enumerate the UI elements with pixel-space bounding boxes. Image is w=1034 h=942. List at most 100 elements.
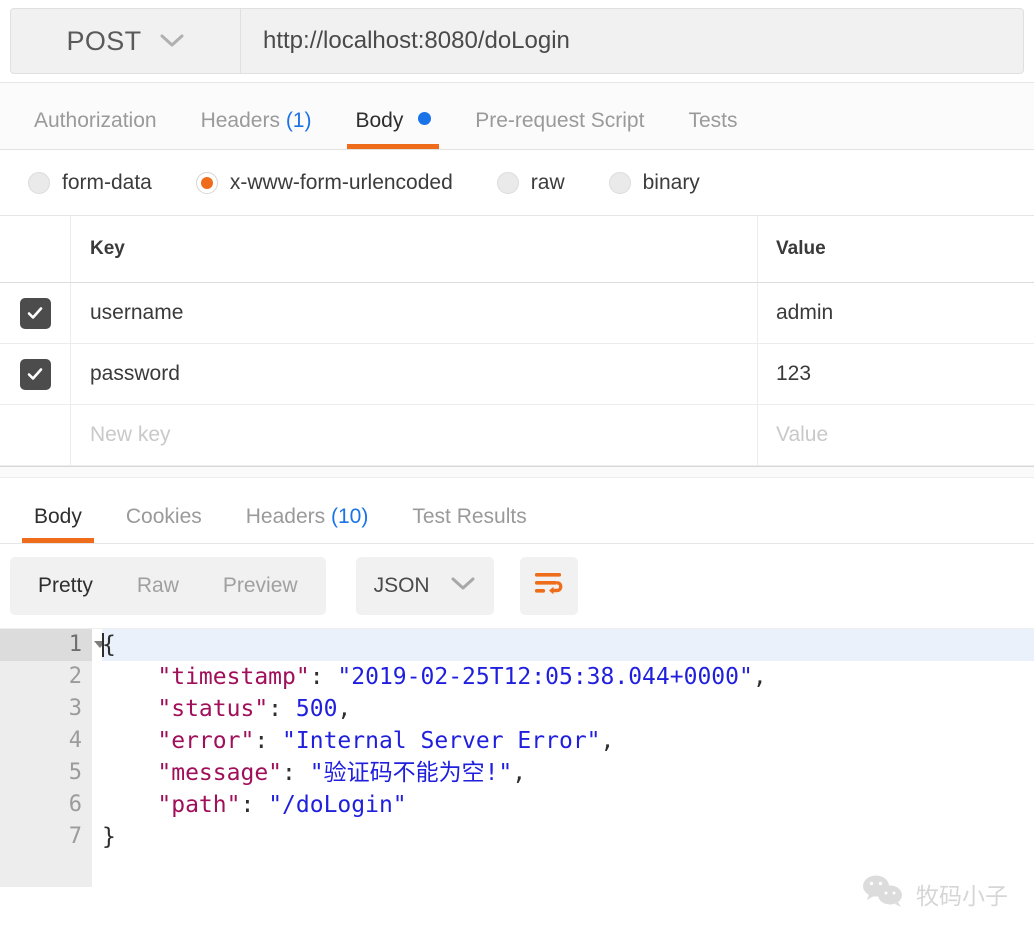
response-tab-headers-count: (10): [330, 505, 369, 528]
word-wrap-toggle-button[interactable]: [519, 557, 578, 615]
check-icon: [27, 368, 43, 380]
body-modified-dot-icon: [418, 112, 432, 125]
row-checkbox-cell[interactable]: [0, 283, 71, 343]
radio-raw-label: raw: [530, 170, 565, 194]
colon: :: [309, 664, 338, 690]
new-value-input[interactable]: Value: [758, 405, 1034, 465]
gutter-line-2-number: 2: [68, 664, 82, 689]
http-method-selector[interactable]: POST: [10, 8, 240, 74]
json-value-error: "Internal Server Error": [282, 728, 601, 754]
gutter-line-number[interactable]: 1: [0, 629, 106, 661]
gutter-line-number: 5: [0, 757, 92, 789]
code-line-5: "message": "验证码不能为空!",: [102, 757, 1034, 789]
gutter-line-number: 2: [0, 661, 92, 693]
response-tab-test-results[interactable]: Test Results: [390, 505, 548, 543]
response-tab-test-results-label: Test Results: [412, 505, 527, 528]
tab-headers-count: (1): [285, 109, 312, 132]
word-wrap-icon: [532, 569, 566, 604]
tab-pre-request-script[interactable]: Pre-request Script: [453, 109, 666, 149]
tab-headers[interactable]: Headers (1): [179, 109, 334, 149]
table-header-row: Key Value: [0, 216, 1034, 283]
radio-binary-circle-icon: [608, 171, 631, 194]
table-new-row: New key Value: [0, 405, 1034, 466]
checkbox-password[interactable]: [19, 358, 51, 390]
header-key-cell: Key: [71, 216, 758, 282]
code-line-3: "status": 500,: [102, 693, 1034, 725]
json-key-timestamp: "timestamp": [157, 664, 310, 690]
view-mode-raw[interactable]: Raw: [115, 557, 201, 615]
comma: ,: [337, 696, 352, 722]
response-tab-body[interactable]: Body: [12, 505, 104, 543]
radio-binary[interactable]: binary: [608, 171, 700, 195]
response-view-toolbar: Pretty Raw Preview JSON: [0, 544, 1034, 628]
tab-pre-request-script-label: Pre-request Script: [475, 109, 645, 132]
json-key-message: "message": [157, 760, 283, 786]
header-key-label: Key: [90, 238, 125, 259]
response-format-dropdown[interactable]: JSON: [355, 557, 494, 615]
row-value-text: 123: [776, 362, 812, 385]
wechat-icon: [860, 873, 906, 914]
checkbox-username[interactable]: [19, 297, 51, 329]
tab-authorization-label: Authorization: [34, 109, 157, 132]
radio-form-data-circle-icon: [28, 171, 50, 194]
json-value-path: "/doLogin": [268, 792, 407, 818]
row-key-cell[interactable]: username: [71, 283, 758, 343]
row-key-cell[interactable]: password: [71, 344, 758, 404]
radio-x-www-form-urlencoded-label: x-www-form-urlencoded: [229, 170, 453, 194]
watermark-text: 牧码小子: [916, 883, 1008, 910]
gutter-line-number: 4: [0, 725, 92, 757]
comma: ,: [752, 664, 767, 690]
view-mode-pretty[interactable]: Pretty: [16, 557, 115, 615]
params-table: Key Value username admin password 123 Ne…: [0, 216, 1034, 466]
code-content[interactable]: { "timestamp": "2019-02-25T12:05:38.044+…: [92, 629, 1034, 887]
row-value-cell[interactable]: 123: [758, 344, 1034, 404]
http-method-label: POST: [66, 25, 142, 56]
comma: ,: [512, 760, 527, 786]
gutter-line-3-number: 3: [68, 696, 82, 721]
response-format-label: JSON: [373, 574, 430, 597]
radio-x-www-form-urlencoded[interactable]: x-www-form-urlencoded: [195, 170, 453, 195]
radio-form-data-label: form-data: [62, 170, 152, 194]
view-mode-raw-label: Raw: [136, 574, 179, 597]
radio-raw[interactable]: raw: [496, 170, 565, 195]
table-row: username admin: [0, 283, 1034, 344]
pane-splitter[interactable]: [0, 466, 1034, 478]
gutter-line-6-number: 6: [68, 792, 82, 817]
url-input[interactable]: http://localhost:8080/doLogin: [240, 8, 1024, 74]
view-mode-pretty-label: Pretty: [38, 574, 93, 597]
new-key-placeholder: New key: [90, 423, 171, 446]
tab-body[interactable]: Body: [333, 109, 453, 149]
response-tab-cookies-label: Cookies: [125, 505, 202, 528]
chevron-down-icon: [450, 576, 476, 597]
comma: ,: [600, 728, 615, 754]
tab-authorization[interactable]: Authorization: [12, 109, 179, 149]
response-tab-cookies[interactable]: Cookies: [104, 505, 224, 543]
view-mode-preview[interactable]: Preview: [201, 557, 320, 615]
row-key-text: username: [90, 301, 184, 324]
row-key-text: password: [90, 362, 180, 385]
code-line-2: "timestamp": "2019-02-25T12:05:38.044+00…: [102, 661, 1034, 693]
colon: :: [268, 696, 296, 722]
tab-headers-label: Headers: [200, 109, 280, 132]
response-body-code-viewer[interactable]: 1 2 3 4 5 6 7 { "timestamp": "2019-02-25…: [0, 628, 1034, 887]
colon: :: [240, 792, 269, 818]
row-checkbox-cell[interactable]: [0, 344, 71, 404]
new-key-input[interactable]: New key: [71, 405, 758, 465]
view-mode-segmented-control: Pretty Raw Preview: [10, 557, 326, 615]
colon: :: [282, 760, 310, 786]
check-icon: [27, 307, 43, 319]
response-tab-headers[interactable]: Headers (10): [224, 505, 391, 543]
code-line-4: "error": "Internal Server Error",: [102, 725, 1034, 757]
watermark: 牧码小子: [860, 873, 1008, 914]
colon: :: [254, 728, 283, 754]
row-value-cell[interactable]: admin: [758, 283, 1034, 343]
chevron-down-icon: [159, 33, 185, 49]
radio-form-data[interactable]: form-data: [28, 171, 152, 195]
gutter-line-number: 7: [0, 821, 92, 853]
tab-tests[interactable]: Tests: [666, 109, 759, 149]
gutter-line-5-number: 5: [68, 760, 82, 785]
